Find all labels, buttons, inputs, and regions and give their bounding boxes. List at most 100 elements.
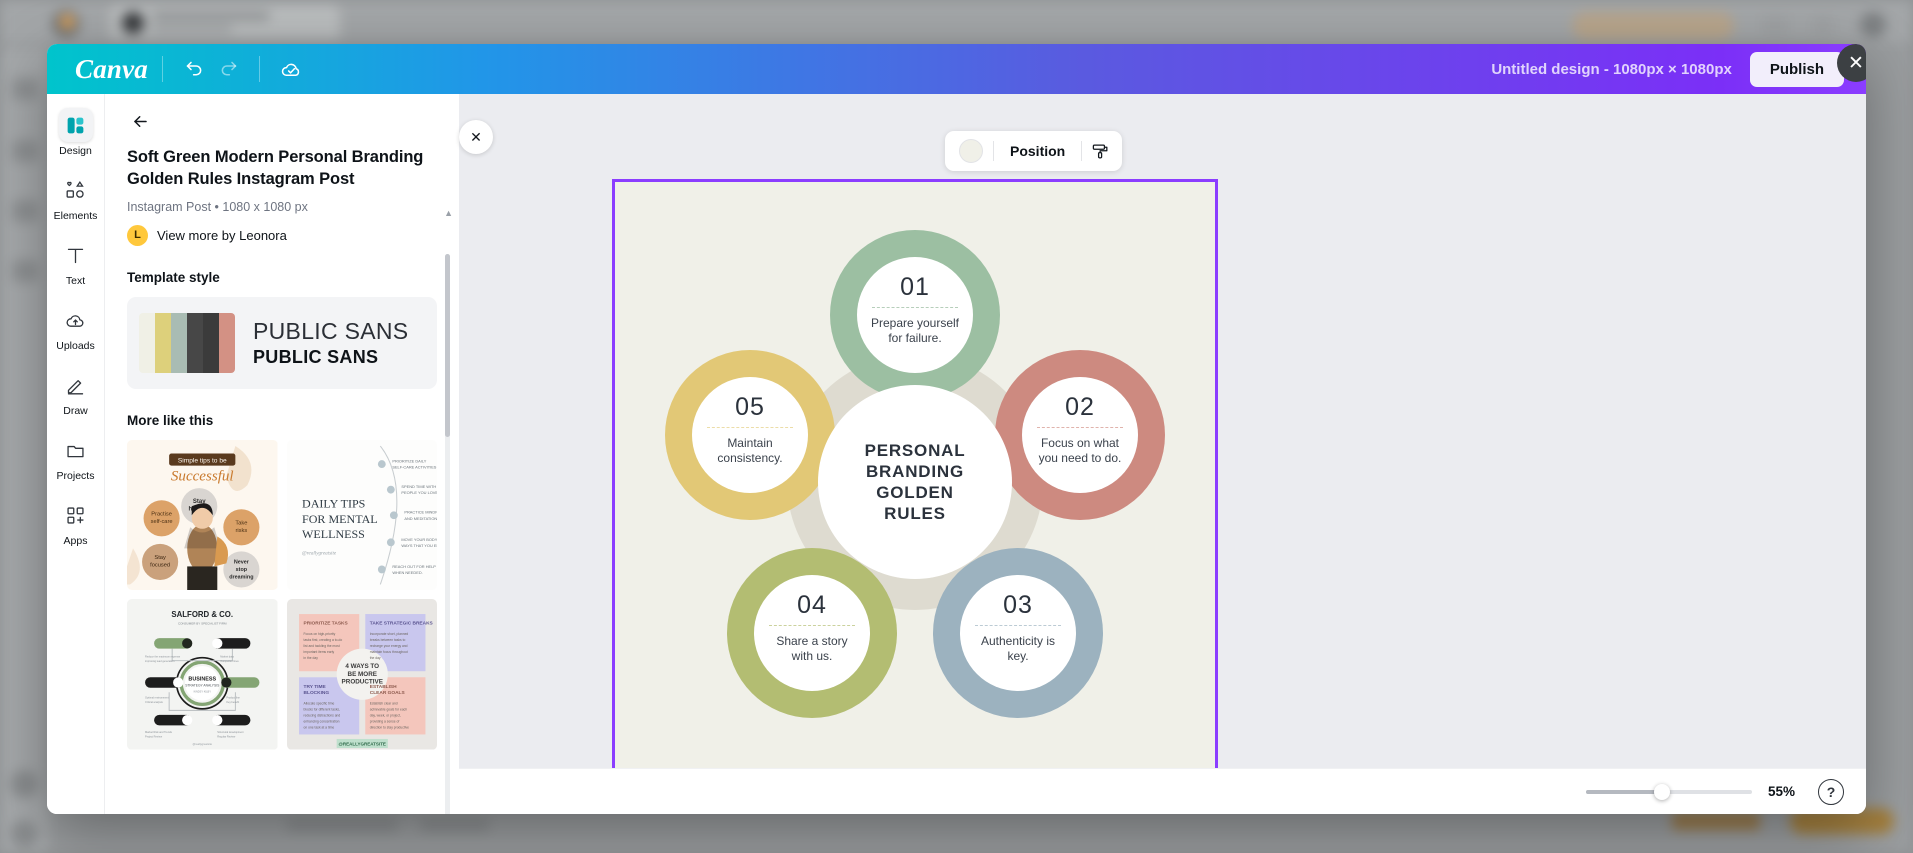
node-02-number: 02 bbox=[1065, 393, 1095, 421]
panel-scrollbar-thumb[interactable] bbox=[445, 254, 450, 437]
svg-text:Critical analysis: Critical analysis bbox=[145, 700, 163, 704]
editor-header: Canva Untitled design - 1080px × 1080px … bbox=[47, 44, 1866, 94]
redo-icon[interactable] bbox=[211, 52, 245, 86]
svg-text:WAYS THAT YOU ENJOY: WAYS THAT YOU ENJOY bbox=[401, 542, 437, 547]
node-04[interactable]: 04 Share a story with us. bbox=[727, 548, 897, 718]
svg-text:maintain focus throughout: maintain focus throughout bbox=[369, 650, 407, 654]
template-title: Soft Green Modern Personal Branding Gold… bbox=[127, 148, 424, 189]
svg-text:BE MORE: BE MORE bbox=[347, 671, 376, 678]
swatch-2 bbox=[155, 312, 171, 373]
tool-rail: Design Elements Text Uploads Draw Projec… bbox=[47, 94, 105, 814]
svg-text:Never: Never bbox=[234, 559, 250, 565]
svg-text:PRIORITIZE TASKS: PRIORITIZE TASKS bbox=[303, 621, 348, 627]
background-tab-subtitle bbox=[152, 26, 232, 32]
back-arrow-icon[interactable] bbox=[125, 106, 155, 136]
swatch-4 bbox=[187, 312, 203, 373]
node-01[interactable]: 01 Prepare yourself for failure. bbox=[830, 230, 1000, 400]
svg-text:ESTABLISH: ESTABLISH bbox=[369, 684, 396, 690]
svg-text:tasks first, creating a to-do: tasks first, creating a to-do bbox=[303, 638, 342, 642]
svg-text:in the day: in the day bbox=[303, 656, 318, 660]
svg-text:Establish clear and: Establish clear and bbox=[369, 701, 397, 705]
background-sidebar-icon-4 bbox=[12, 260, 38, 282]
thumbnail-simple-tips[interactable]: Simple tips to be Successful Practise se… bbox=[127, 439, 278, 591]
svg-text:PRACTICE MINDFULNESS: PRACTICE MINDFULNESS bbox=[404, 509, 437, 514]
zoom-slider[interactable] bbox=[1586, 783, 1752, 800]
rail-item-uploads[interactable]: Uploads bbox=[48, 303, 104, 352]
paint-roller-icon[interactable] bbox=[1084, 135, 1116, 167]
svg-text:SALFORD & CO.: SALFORD & CO. bbox=[171, 610, 233, 619]
publish-button[interactable]: Publish bbox=[1749, 51, 1844, 87]
node-02-inner: 02 Focus on what you need to do. bbox=[1022, 377, 1138, 493]
cloud-saved-icon[interactable] bbox=[274, 52, 308, 86]
thumbnail-four-ways-productive[interactable]: 4 WAYS TO BE MORE PRODUCTIVE PRIORITIZE … bbox=[286, 599, 437, 750]
svg-text:recharge your energy and: recharge your energy and bbox=[369, 644, 407, 648]
more-like-this-heading: More like this bbox=[127, 412, 214, 428]
rail-item-design[interactable]: Design bbox=[48, 108, 104, 157]
svg-text:BLOCKING: BLOCKING bbox=[303, 690, 329, 696]
thumbnail-daily-tips[interactable]: DAILY TIPS FOR MENTAL WELLNESS @reallygr… bbox=[286, 439, 437, 591]
projects-icon bbox=[59, 433, 93, 467]
background-tab-icon bbox=[122, 12, 144, 34]
swatch-5 bbox=[203, 312, 219, 373]
swatch-1 bbox=[139, 312, 155, 373]
node-02-text: Focus on what you need to do. bbox=[1038, 436, 1122, 465]
svg-text:4 WAYS TO: 4 WAYS TO bbox=[345, 663, 379, 670]
svg-text:enhancing concentration: enhancing concentration bbox=[303, 719, 339, 723]
template-author-link[interactable]: L View more by Leonora bbox=[127, 224, 437, 246]
header-divider-2 bbox=[259, 56, 261, 82]
background-browser-tab bbox=[110, 5, 340, 39]
node-02-divider bbox=[1037, 427, 1123, 428]
node-04-inner: 04 Share a story with us. bbox=[754, 575, 870, 691]
rail-item-projects[interactable]: Projects bbox=[48, 433, 104, 482]
node-05[interactable]: 05 Maintain consistency. bbox=[665, 350, 835, 520]
help-icon[interactable]: ? bbox=[1818, 778, 1844, 805]
color-picker-button[interactable] bbox=[959, 139, 983, 163]
undo-icon[interactable] bbox=[177, 52, 211, 86]
svg-text:TRY TIME: TRY TIME bbox=[303, 684, 326, 690]
svg-text:Simple tips to be: Simple tips to be bbox=[178, 457, 227, 464]
node-05-inner: 05 Maintain consistency. bbox=[692, 377, 808, 493]
background-left-sidebar bbox=[0, 48, 48, 853]
rail-label-elements: Elements bbox=[53, 210, 98, 222]
apps-icon bbox=[59, 498, 93, 532]
canva-logo[interactable]: Canva bbox=[75, 54, 148, 85]
svg-text:reducing distractions and: reducing distractions and bbox=[303, 713, 340, 717]
design-canvas[interactable]: 01 Prepare yourself for failure. 02 Focu… bbox=[612, 179, 1218, 785]
scroll-up-arrow-icon[interactable]: ▲ bbox=[444, 208, 453, 218]
zoom-slider-knob[interactable] bbox=[1654, 783, 1671, 800]
rail-item-draw[interactable]: Draw bbox=[48, 368, 104, 417]
rail-label-text: Text bbox=[65, 275, 86, 287]
position-button[interactable]: Position bbox=[996, 143, 1079, 159]
swatch-6 bbox=[219, 312, 235, 373]
svg-text:Project Review: Project Review bbox=[145, 734, 162, 738]
svg-text:risks: risks bbox=[236, 527, 248, 533]
background-bottom-button-1 bbox=[1672, 812, 1760, 830]
node-02[interactable]: 02 Focus on what you need to do. bbox=[995, 350, 1165, 520]
rail-item-text[interactable]: Text bbox=[48, 238, 104, 287]
rail-label-draw: Draw bbox=[63, 405, 88, 417]
node-03-number: 03 bbox=[1003, 591, 1033, 619]
svg-text:SPEND TIME WITH: SPEND TIME WITH bbox=[401, 484, 436, 489]
diagram-hub[interactable]: PERSONAL BRANDING GOLDEN RULES bbox=[818, 385, 1012, 579]
thumbnail-salford-business[interactable]: SALFORD & CO. CONSUMER BY SPECIALIST FIR… bbox=[127, 599, 278, 750]
svg-text:list and tackling the most: list and tackling the most bbox=[303, 644, 339, 648]
svg-text:Reduce the maximum expense: Reduce the maximum expense bbox=[145, 655, 181, 659]
svg-text:Market data: Market data bbox=[220, 655, 234, 659]
diagram-hub-title: PERSONAL BRANDING GOLDEN RULES bbox=[864, 440, 966, 524]
rail-item-elements[interactable]: Elements bbox=[48, 173, 104, 222]
panel-close-icon[interactable]: ✕ bbox=[459, 120, 493, 154]
design-panel: Soft Green Modern Personal Branding Gold… bbox=[105, 94, 459, 814]
node-05-number: 05 bbox=[735, 393, 765, 421]
panel-scroll-content: Soft Green Modern Personal Branding Gold… bbox=[105, 146, 459, 814]
rail-item-apps[interactable]: Apps bbox=[48, 498, 104, 547]
node-05-divider bbox=[707, 427, 793, 428]
background-upgrade-button bbox=[1572, 12, 1734, 40]
svg-text:PEOPLE YOU LOVE: PEOPLE YOU LOVE bbox=[401, 490, 437, 495]
svg-text:CONSUMER BY SPECIALIST FIRM: CONSUMER BY SPECIALIST FIRM bbox=[178, 622, 227, 626]
node-03[interactable]: 03 Authenticity is key. bbox=[933, 548, 1103, 718]
node-01-text: Prepare yourself for failure. bbox=[870, 316, 960, 345]
svg-text:BUSINESS: BUSINESS bbox=[188, 676, 216, 682]
template-style-card[interactable]: PUBLIC SANS PUBLIC SANS bbox=[127, 296, 437, 389]
svg-text:AND MEDITATION: AND MEDITATION bbox=[404, 515, 437, 520]
svg-text:on one task at a time: on one task at a time bbox=[303, 725, 334, 729]
